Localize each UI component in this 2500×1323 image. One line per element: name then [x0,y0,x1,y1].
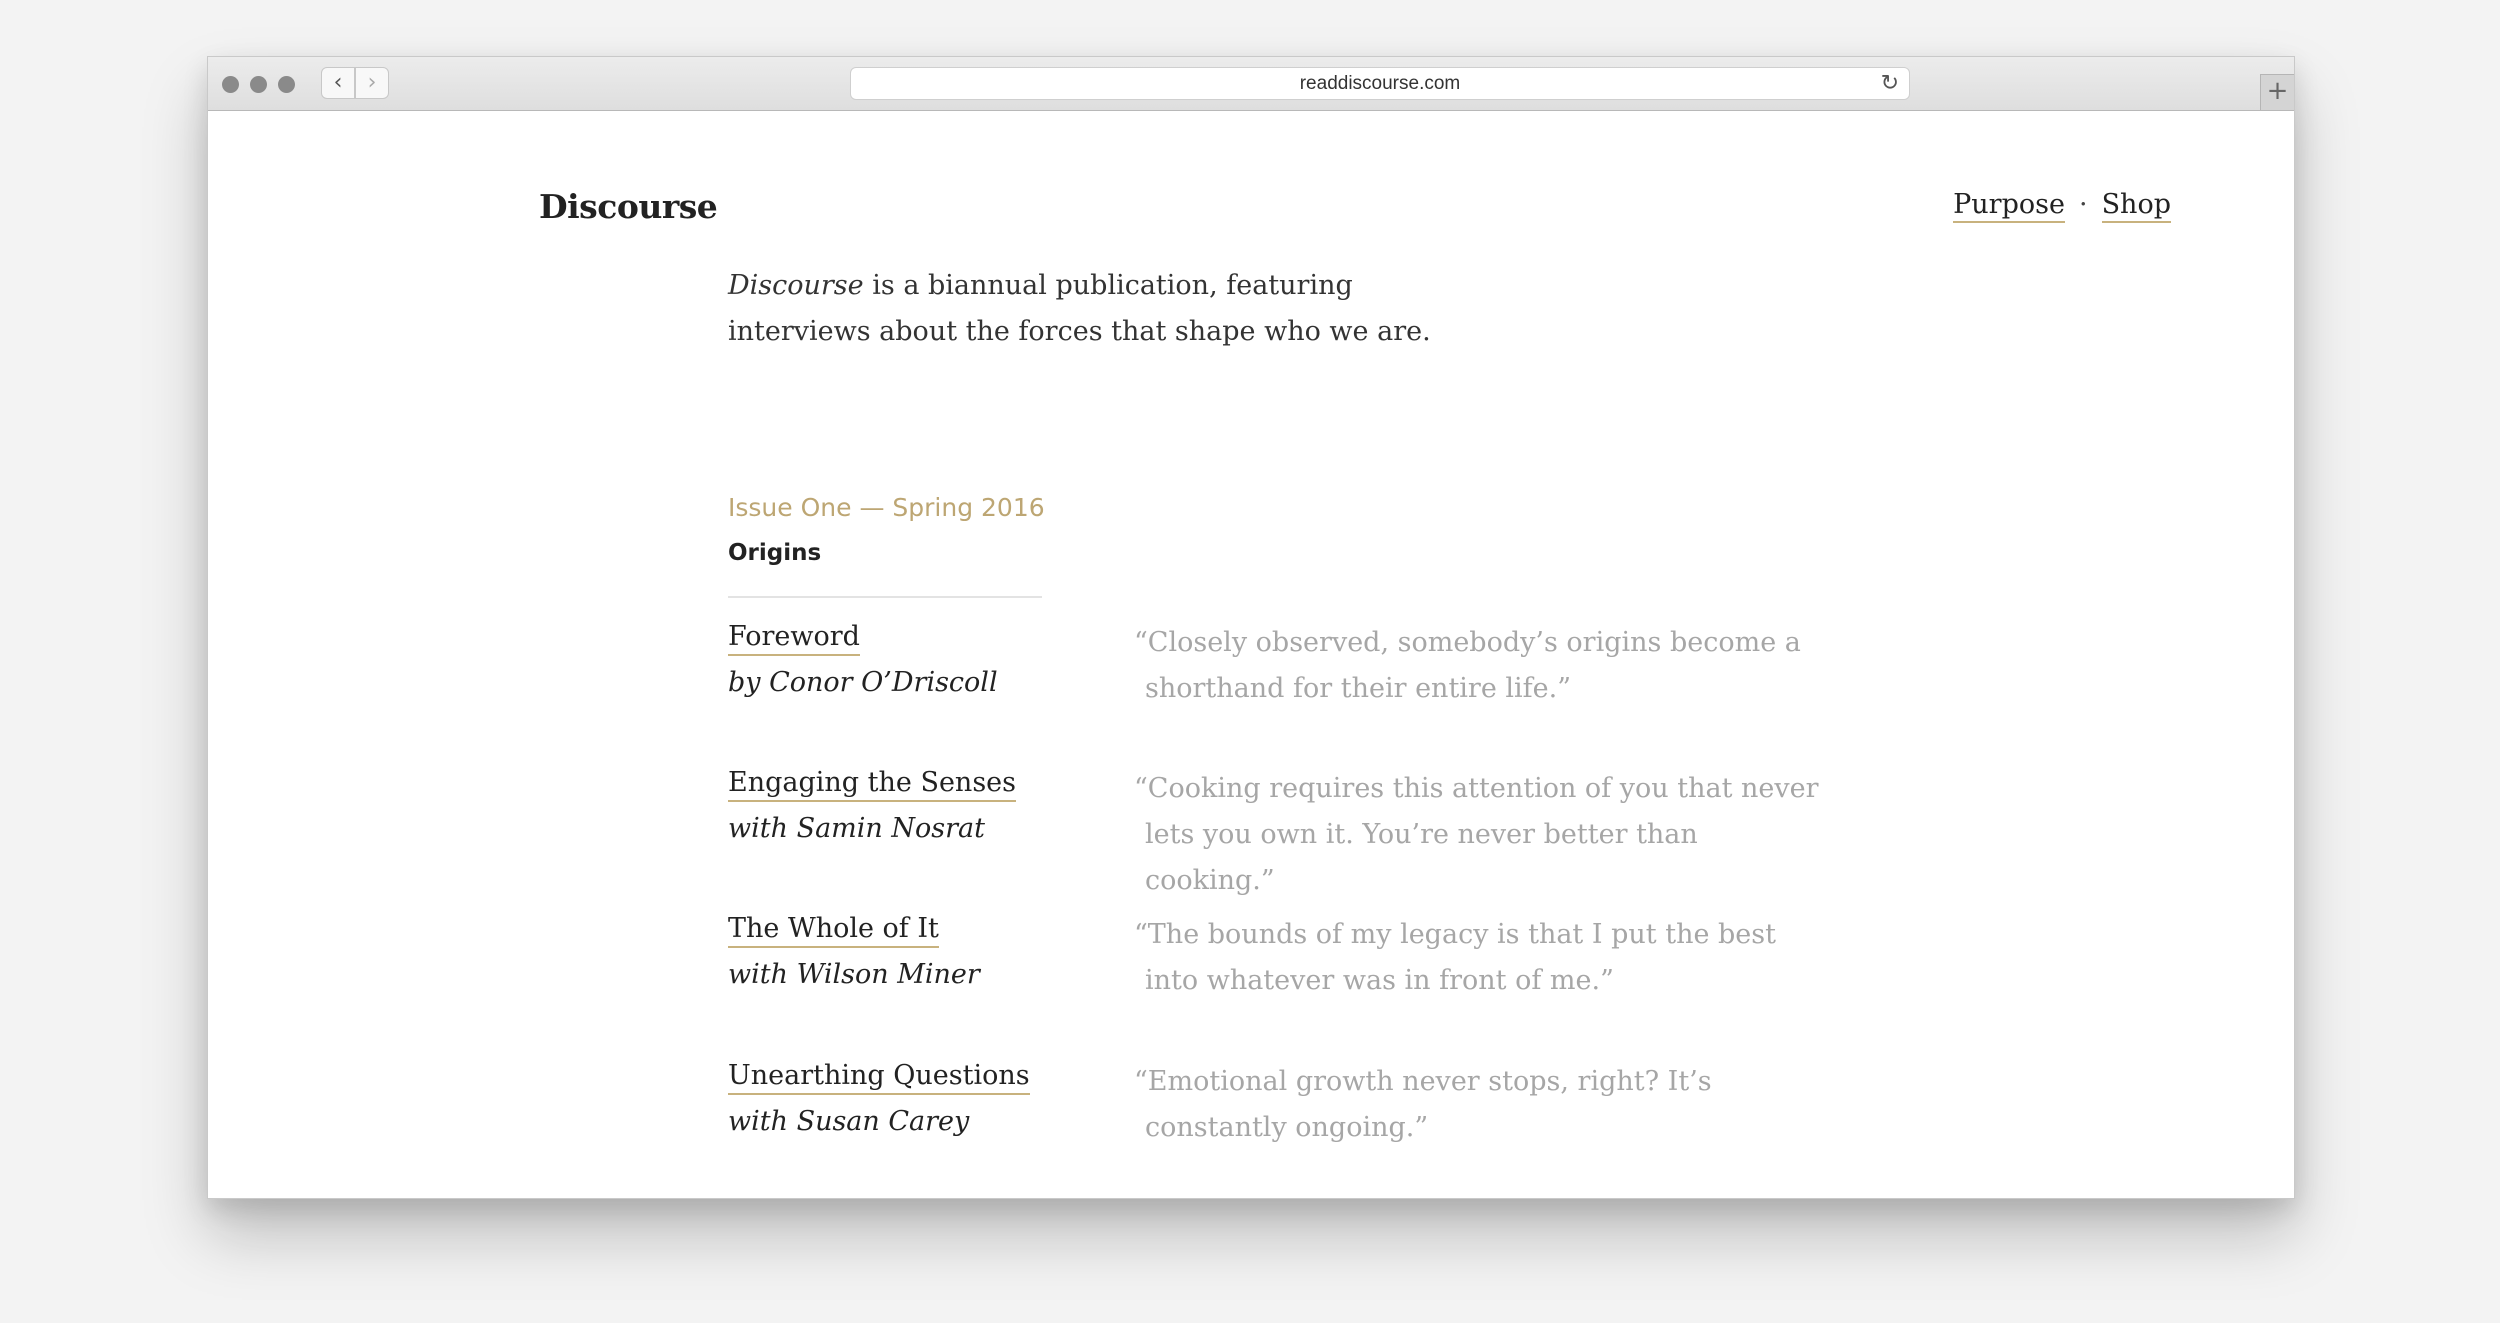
entry-quote: “Emotional growth never stops, right? It… [1134,1066,1712,1143]
site-nav: Purpose · Shop [1763,189,2171,223]
back-button[interactable]: ‹ [321,67,355,99]
new-tab-button[interactable]: + [2260,74,2294,110]
zoom-window-button[interactable] [278,76,295,93]
browser-toolbar: ‹ › readdiscourse.com ↻ + [208,57,2294,111]
entry-title-link[interactable]: The Whole of It [728,912,939,948]
address-bar-url: readdiscourse.com [1299,73,1461,94]
minimize-window-button[interactable] [250,76,267,93]
entry-title-link[interactable]: Engaging the Senses [728,766,1017,802]
entry-title-link[interactable]: Foreword [728,620,860,656]
address-bar[interactable]: readdiscourse.com ↻ [850,67,1910,100]
browser-window: ‹ › readdiscourse.com ↻ + Discourse Purp… [207,56,2295,1199]
intro-publication-name: Discourse [728,270,864,301]
chevron-left-icon: ‹ [333,70,343,95]
issue-divider [728,596,1042,598]
entry-quote: “Closely observed, somebody’s origins be… [1134,627,1801,704]
chevron-right-icon: › [367,70,377,95]
page-content: Discourse Purpose · Shop Discourse is a bi… [208,111,2294,1198]
close-window-button[interactable] [222,76,239,93]
entry-byline: with Wilson Miner [728,959,980,990]
entry-byline: by Conor O’Driscoll [728,667,998,698]
issue-title: Origins [728,540,822,566]
intro-text: Discourse is a biannual publication, fea… [728,263,1488,355]
entry-byline: with Susan Carey [728,1106,970,1137]
list-item: Engaging the Senses with Samin Nosrat “C… [728,766,2028,896]
list-item: Foreword by Conor O’Driscoll “Closely ob… [728,620,2028,720]
nav-link-purpose[interactable]: Purpose [1953,189,2065,223]
entry-byline: with Samin Nosrat [728,813,985,844]
reload-icon[interactable]: ↻ [1881,68,1899,99]
issue-label: Issue One — Spring 2016 [728,493,1045,522]
nav-link-shop[interactable]: Shop [2101,189,2171,223]
list-item: The Whole of It with Wilson Miner “The b… [728,912,2028,1012]
entry-quote: “Cooking requires this attention of you … [1134,773,1819,896]
forward-button[interactable]: › [355,67,389,99]
nav-separator: · [2078,189,2088,220]
entry-title-link[interactable]: Unearthing Questions [728,1059,1030,1095]
entry-quote: “The bounds of my legacy is that I put t… [1134,919,1776,996]
plus-icon: + [2266,76,2289,106]
list-item: Unearthing Questions with Susan Carey “E… [728,1059,2028,1159]
site-logo[interactable]: Discourse [539,187,718,226]
